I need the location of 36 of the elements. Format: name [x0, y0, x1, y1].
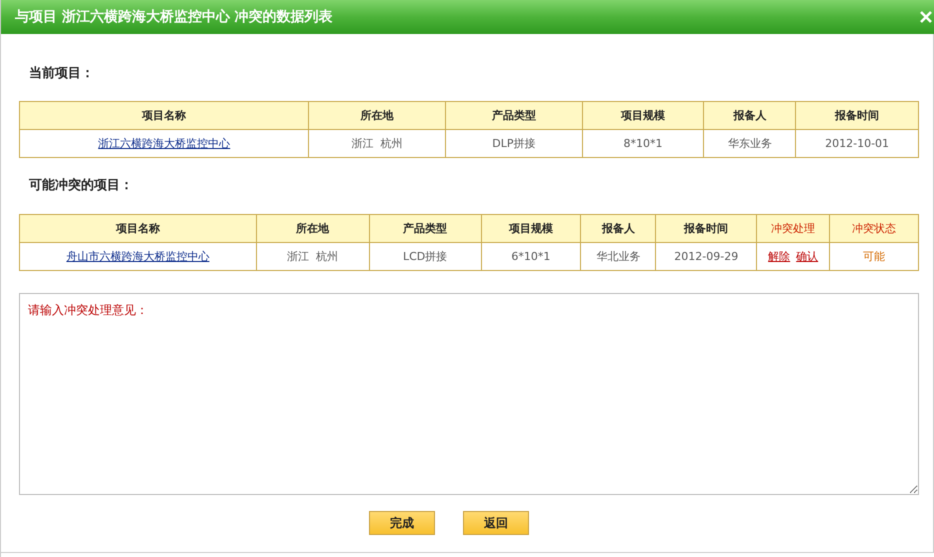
section-heading: 可能冲突的项目： — [28, 176, 134, 195]
action-link[interactable]: 解除 — [768, 250, 790, 263]
table-cell: 浙江 杭州 — [256, 242, 370, 270]
section-heading: 当前项目： — [28, 65, 95, 83]
window-title: 与项目 浙江六横跨海大桥监控中心 冲突的数据列表 — [15, 8, 333, 26]
table-cell: DLP拼接 — [446, 130, 582, 158]
table-cell: 2012-09-29 — [656, 242, 757, 270]
status-text: 可能 — [863, 250, 886, 263]
table-cell: LCD拼接 — [369, 242, 481, 270]
table-cell: 浙江 杭州 — [308, 130, 446, 158]
finish-button[interactable]: 完成 — [369, 511, 435, 535]
column-header: 所在地 — [256, 214, 370, 242]
column-header: 项目名称 — [20, 102, 309, 130]
column-header: 冲突状态 — [830, 214, 918, 242]
table-cell: 8*10*1 — [582, 130, 704, 158]
action-link[interactable]: 确认 — [796, 250, 818, 263]
column-header: 产品类型 — [446, 102, 582, 130]
table-cell: 6*10*1 — [481, 242, 581, 270]
column-header: 报备时间 — [796, 102, 918, 130]
project-link[interactable]: 舟山市六横跨海大桥监控中心 — [66, 250, 210, 263]
column-header: 报备人 — [580, 214, 656, 242]
table-cell: 2012-10-01 — [796, 130, 918, 158]
column-header: 项目名称 — [20, 214, 256, 242]
column-header: 项目规模 — [582, 102, 704, 130]
back-button[interactable]: 返回 — [463, 511, 529, 535]
comment-field[interactable]: 请输入冲突处理意见： — [19, 293, 919, 495]
table-cell: 华北业务 — [580, 242, 656, 270]
column-header: 报备人 — [704, 102, 796, 130]
column-header: 所在地 — [308, 102, 446, 130]
column-header: 冲突处理 — [756, 214, 830, 242]
column-header: 产品类型 — [369, 214, 481, 242]
close-icon[interactable] — [920, 11, 932, 23]
column-header: 项目规模 — [481, 214, 581, 242]
table-cell: 华东业务 — [704, 130, 796, 158]
column-header: 报备时间 — [656, 214, 757, 242]
project-link[interactable]: 浙江六横跨海大桥监控中心 — [98, 137, 230, 150]
